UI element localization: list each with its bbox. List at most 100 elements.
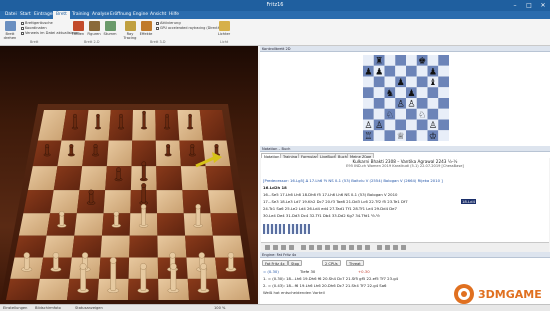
board-2d-square[interactable]	[406, 65, 417, 77]
board-2d-piece[interactable]: ♕	[397, 132, 405, 141]
board-square[interactable]	[210, 213, 241, 236]
chessboard-3d[interactable]	[0, 46, 258, 304]
board-2d-square[interactable]	[438, 55, 449, 66]
board-square[interactable]	[53, 166, 83, 191]
board-2d-square[interactable]	[438, 76, 449, 88]
move-line-2[interactable]: 16...Se5 17.Lh6 Lh6 18.Dh6 f5 17.Lh6 Lh6…	[263, 192, 397, 197]
move-line-3[interactable]: 17...Se3 18.Le3 Ld7 19.Kh2 Dc7 20.f3 Tae…	[263, 199, 408, 204]
board-square[interactable]	[180, 166, 209, 191]
board-2d-square[interactable]	[395, 55, 406, 66]
board-2d-square[interactable]	[395, 108, 406, 120]
board-square[interactable]	[208, 190, 238, 214]
board-2d-square[interactable]	[373, 76, 385, 88]
board-square[interactable]	[74, 213, 104, 236]
board-2d-square[interactable]	[427, 55, 439, 66]
board-2d-square[interactable]	[395, 87, 406, 98]
board-square[interactable]	[50, 190, 80, 214]
board-2d-piece[interactable]: ♘	[386, 110, 394, 120]
board-2d-piece[interactable]: ♙	[397, 100, 405, 110]
board-2d-square[interactable]	[427, 98, 439, 109]
board-2d-piece[interactable]: ♙	[375, 121, 383, 131]
board-square[interactable]	[106, 140, 133, 167]
board-2d-piece[interactable]: ♟	[429, 67, 437, 77]
board-2d-square[interactable]	[416, 65, 428, 77]
board-2d-piece[interactable]: ♟	[375, 67, 383, 77]
board-2d-square[interactable]	[384, 76, 396, 88]
minimize-button[interactable]: –	[508, 0, 522, 11]
board-2d-piece[interactable]: ♟	[407, 89, 415, 99]
board-2d-piece[interactable]: ♔	[429, 132, 437, 141]
board-2d-piece[interactable]: ♟	[364, 67, 372, 77]
prev-move-icon[interactable]	[273, 245, 278, 250]
board-square[interactable]	[18, 213, 51, 236]
board-2d-square[interactable]	[406, 119, 417, 131]
move-text[interactable]: [Predecessor: 16.Lg5] ∆ 17.Lh6 ½ NS 0-1 …	[261, 176, 549, 242]
engine-cpus-button[interactable]: 2 CPUs	[322, 260, 341, 266]
engine-stop-button[interactable]: Stop	[288, 260, 303, 266]
board-2d-square[interactable]	[363, 87, 374, 98]
first-move-icon[interactable]	[265, 245, 270, 250]
board-2d-square[interactable]	[438, 87, 449, 98]
last-move-icon[interactable]	[289, 245, 294, 250]
board-2d-square[interactable]	[406, 108, 417, 120]
board-2d-square[interactable]	[406, 76, 417, 88]
mark-icon[interactable]	[309, 245, 314, 250]
board-sounds-checkbox[interactable]: Brettgeräusche	[21, 21, 53, 25]
board-2d-piece[interactable]: ♜	[375, 57, 383, 67]
board-square[interactable]	[23, 190, 54, 214]
engine-threat-button[interactable]: Threat	[346, 260, 364, 266]
current-move-highlight[interactable]: 18.Ld4	[461, 199, 476, 204]
board-2d-square[interactable]	[373, 98, 385, 109]
board-2d-piece[interactable]: ♞	[386, 89, 394, 99]
board-2d-piece[interactable]: ♙	[429, 121, 437, 131]
board-2d-square[interactable]	[416, 98, 428, 109]
mute-button[interactable]: Stumm	[102, 21, 118, 39]
board-2d-square[interactable]	[438, 98, 449, 109]
board-square[interactable]	[27, 166, 58, 191]
save-icon[interactable]	[385, 245, 390, 250]
next-move-icon[interactable]	[281, 245, 286, 250]
coordinates-checkbox[interactable]: Koordinaten	[21, 26, 47, 30]
raytracing-button[interactable]: Ray Tracing	[122, 21, 138, 40]
board-2d-square[interactable]	[406, 130, 417, 141]
colors-button[interactable]: Farben	[70, 21, 86, 39]
board-square[interactable]	[157, 213, 186, 236]
board-square[interactable]	[14, 235, 47, 258]
board-2d-square[interactable]	[416, 130, 428, 141]
close-button[interactable]: ✕	[536, 0, 550, 11]
board-square[interactable]	[100, 235, 130, 258]
board-square[interactable]	[79, 166, 107, 191]
chessboard-2d[interactable]: ♜ ♚♟ ♟ ♟♟ ♝♞ ♟♙ ♙♘ ♘♙ ♙ ♙♖ ♕ ♔	[363, 55, 449, 141]
engine-line-1[interactable]: 1. = (0.30): 18...Lh6 19.Dh6 f6 20.Sh4 D…	[263, 276, 398, 281]
board-2d-square[interactable]	[363, 55, 374, 66]
board-2d-square[interactable]	[438, 108, 449, 120]
board-2d-square[interactable]	[373, 87, 385, 98]
board-2d-square[interactable]	[384, 130, 396, 141]
board-square[interactable]	[205, 166, 234, 191]
board-square[interactable]	[217, 278, 250, 300]
board-2d-square[interactable]	[416, 87, 428, 98]
paste-icon[interactable]	[349, 245, 354, 250]
board-2d-piece[interactable]: ♖	[364, 132, 372, 141]
move-line-4[interactable]: 24.Tc1 Sa6 25.Le2 Ld4 26.Ld4 ed4 27.Tad1…	[263, 206, 397, 211]
board-square[interactable]	[156, 166, 183, 191]
board-2d-piece[interactable]: ♙	[364, 121, 372, 131]
board-square[interactable]	[103, 190, 131, 214]
board-2d-square[interactable]	[395, 119, 406, 131]
undo-icon[interactable]	[357, 245, 362, 250]
pieces-button[interactable]: Figuren	[86, 21, 102, 39]
board-2d-piece[interactable]: ♘	[418, 110, 426, 120]
board-square[interactable]	[129, 235, 158, 258]
flip-board-button[interactable]: Brett drehen	[2, 21, 18, 40]
effects-button[interactable]: Effekte	[138, 21, 154, 39]
board-2d-square[interactable]	[363, 76, 374, 88]
board-2d-square[interactable]	[384, 119, 396, 131]
board-2d-square[interactable]	[384, 55, 396, 66]
settings-icon[interactable]	[401, 245, 406, 250]
board-2d-square[interactable]	[438, 119, 449, 131]
search-icon[interactable]	[393, 245, 398, 250]
board-2d-square[interactable]	[373, 130, 385, 141]
board-2d-square[interactable]	[384, 98, 396, 109]
board-2d-square[interactable]	[438, 65, 449, 77]
tab-hilfe[interactable]: Hilfe	[166, 11, 182, 19]
